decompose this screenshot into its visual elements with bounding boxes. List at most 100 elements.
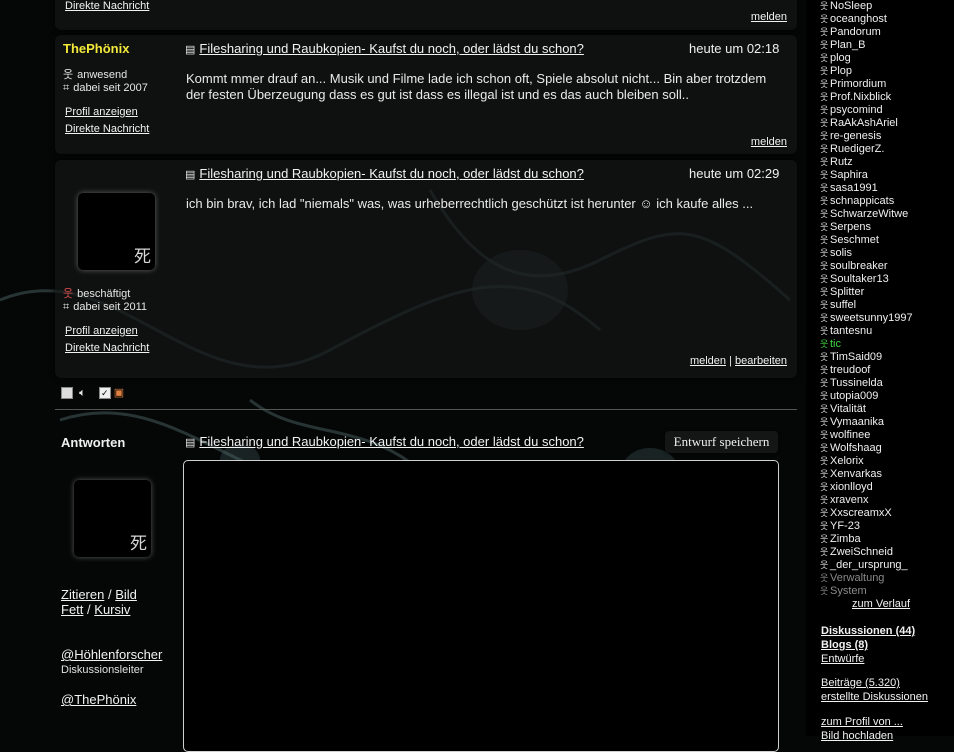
blogs-link[interactable]: Blogs (8) [821, 639, 868, 651]
online-user-item[interactable]: 웃 NoSleep [820, 0, 872, 13]
online-user-item[interactable]: 웃 Prof.Nixblick [820, 91, 891, 104]
subscribe-icon[interactable]: ▣ [114, 387, 124, 399]
report-link[interactable]: melden [751, 136, 787, 148]
online-user-item[interactable]: 웃 Xenvarkas [820, 468, 882, 481]
online-user-item[interactable]: 웃 Pandorum [820, 26, 881, 39]
online-user-item[interactable]: 웃 plog [820, 52, 851, 65]
profile-link[interactable]: Profil anzeigen [65, 325, 138, 337]
member-since-text: dabei seit 2007 [73, 82, 148, 94]
direct-message-link[interactable]: Direkte Nachricht [65, 0, 149, 12]
thread-link[interactable]: Filesharing und Raubkopien- Kaufst du no… [199, 166, 583, 181]
online-user-item[interactable]: 웃 Seschmet [820, 234, 879, 247]
user-name: Xelorix [830, 455, 864, 467]
checkbox-checked[interactable]: ✓ [98, 387, 111, 400]
created-discussions-link[interactable]: erstellte Diskussionen [821, 691, 928, 703]
document-icon: ▤ [185, 44, 196, 56]
online-user-item[interactable]: 웃 Tussinelda [820, 377, 883, 390]
post-card-previous: Direkte Nachricht melden [55, 0, 797, 30]
user-name: plog [830, 52, 851, 64]
online-user-item[interactable]: 웃 schnappicats [820, 195, 894, 208]
save-draft-button[interactable]: Entwurf speichern [665, 431, 778, 453]
document-icon: ▤ [185, 437, 196, 449]
avatar[interactable]: 死 [78, 193, 155, 270]
author-name[interactable]: ThePhönix [63, 41, 129, 56]
thread-link[interactable]: Filesharing und Raubkopien- Kaufst du no… [199, 434, 583, 449]
sound-icon[interactable]: 🔈︎ [79, 387, 86, 399]
upload-image-link[interactable]: Bild hochladen [821, 730, 893, 742]
mention-link[interactable]: @Höhlenforscher [61, 647, 162, 662]
online-user-item[interactable]: 웃 Plop [820, 65, 852, 78]
online-user-item[interactable]: 웃 wolfinee [820, 429, 870, 442]
online-user-item[interactable]: 웃 solis [820, 247, 852, 260]
user-status-icon: 웃 [820, 469, 829, 479]
divider [55, 409, 797, 410]
online-user-item[interactable]: 웃 Soultaker13 [820, 273, 889, 286]
italic-link[interactable]: Kursiv [94, 602, 130, 617]
profile-link[interactable]: Profil anzeigen [65, 106, 138, 118]
online-user-item[interactable]: 웃 XxscreamxX [820, 507, 892, 520]
thread-link[interactable]: Filesharing und Raubkopien- Kaufst du no… [199, 41, 583, 56]
online-user-item[interactable]: 웃 sweetsunny1997 [820, 312, 913, 325]
online-user-item[interactable]: 웃 tantesnu [820, 325, 872, 338]
direct-message-link[interactable]: Direkte Nachricht [65, 342, 149, 354]
online-user-item[interactable]: 웃 oceanghost [820, 13, 887, 26]
online-user-item[interactable]: 웃 Primordium [820, 78, 886, 91]
user-status-icon: 웃 [820, 248, 829, 258]
online-user-item[interactable]: 웃 psycomind [820, 104, 883, 117]
online-user-item[interactable]: 웃 YF-23 [820, 520, 860, 533]
online-user-item[interactable]: 웃 tic [820, 338, 841, 351]
online-user-item[interactable]: 웃 xravenx [820, 494, 869, 507]
image-link[interactable]: Bild [115, 587, 137, 602]
online-user-item[interactable]: 웃 suffel [820, 299, 856, 312]
edit-link[interactable]: bearbeiten [735, 355, 787, 367]
online-user-item[interactable]: 웃 soulbreaker [820, 260, 887, 273]
history-link[interactable]: zum Verlauf [852, 598, 910, 610]
quote-link[interactable]: Zitieren [61, 587, 104, 602]
report-link[interactable]: melden [690, 355, 726, 367]
user-status-icon: 웃 [820, 430, 829, 440]
profile-of-link[interactable]: zum Profil von ... [821, 716, 903, 728]
direct-message-link[interactable]: Direkte Nachricht [65, 123, 149, 135]
online-user-item[interactable]: 웃 Verwaltung [820, 572, 884, 585]
user-status-icon: 웃 [820, 521, 829, 531]
online-user-item[interactable]: 웃 Vymaanika [820, 416, 884, 429]
online-user-item[interactable]: 웃 utopia009 [820, 390, 878, 403]
user-name: Splitter [830, 286, 865, 298]
online-user-item[interactable]: 웃 ZweiSchneid [820, 546, 893, 559]
mention-link[interactable]: @ThePhönix [61, 692, 136, 707]
online-user-item[interactable]: 웃 re-genesis [820, 130, 881, 143]
online-user-item[interactable]: 웃 _der_ursprung_ [820, 559, 908, 572]
discussions-link[interactable]: Diskussionen (44) [821, 625, 915, 637]
online-user-item[interactable]: 웃 xionlloyd [820, 481, 873, 494]
user-name: psycomind [830, 104, 883, 116]
user-name: RuedigerZ. [830, 143, 885, 155]
user-name: sweetsunny1997 [830, 312, 913, 324]
online-user-item[interactable]: 웃 Wolfshaag [820, 442, 882, 455]
online-user-item[interactable]: 웃 SchwarzeWitwe [820, 208, 908, 221]
report-link[interactable]: melden [751, 11, 787, 23]
user-name: Prof.Nixblick [830, 91, 892, 103]
online-user-item[interactable]: 웃 Plan_B [820, 39, 865, 52]
online-user-item[interactable]: 웃 Splitter [820, 286, 864, 299]
online-user-item[interactable]: 웃 Vitalität [820, 403, 866, 416]
post-options: 🔈︎ ✓ ▣ [61, 386, 124, 400]
online-user-item[interactable]: 웃 treudoof [820, 364, 870, 377]
online-user-item[interactable]: 웃 Xelorix [820, 455, 864, 468]
online-user-item[interactable]: 웃 Rutz [820, 156, 853, 169]
posts-count-link[interactable]: Beiträge (5.320) [821, 677, 900, 689]
calendar-icon: ⌗ [63, 82, 70, 94]
bold-link[interactable]: Fett [61, 602, 83, 617]
online-user-item[interactable]: 웃 Zimba [820, 533, 861, 546]
user-name: Primordium [830, 78, 887, 90]
reply-editor[interactable] [183, 460, 779, 752]
online-user-item[interactable]: 웃 System [820, 585, 867, 598]
online-user-item[interactable]: 웃 TimSaid09 [820, 351, 882, 364]
online-user-item[interactable]: 웃 RaAkAshAriel [820, 117, 898, 130]
online-user-item[interactable]: 웃 Saphira [820, 169, 868, 182]
user-status-icon: 웃 [820, 339, 829, 349]
drafts-link[interactable]: Entwürfe [821, 653, 864, 665]
online-user-item[interactable]: 웃 sasa1991 [820, 182, 878, 195]
online-user-item[interactable]: 웃 Serpens [820, 221, 871, 234]
online-user-item[interactable]: 웃 RuedigerZ. [820, 143, 884, 156]
checkbox-unchecked[interactable] [61, 387, 73, 400]
